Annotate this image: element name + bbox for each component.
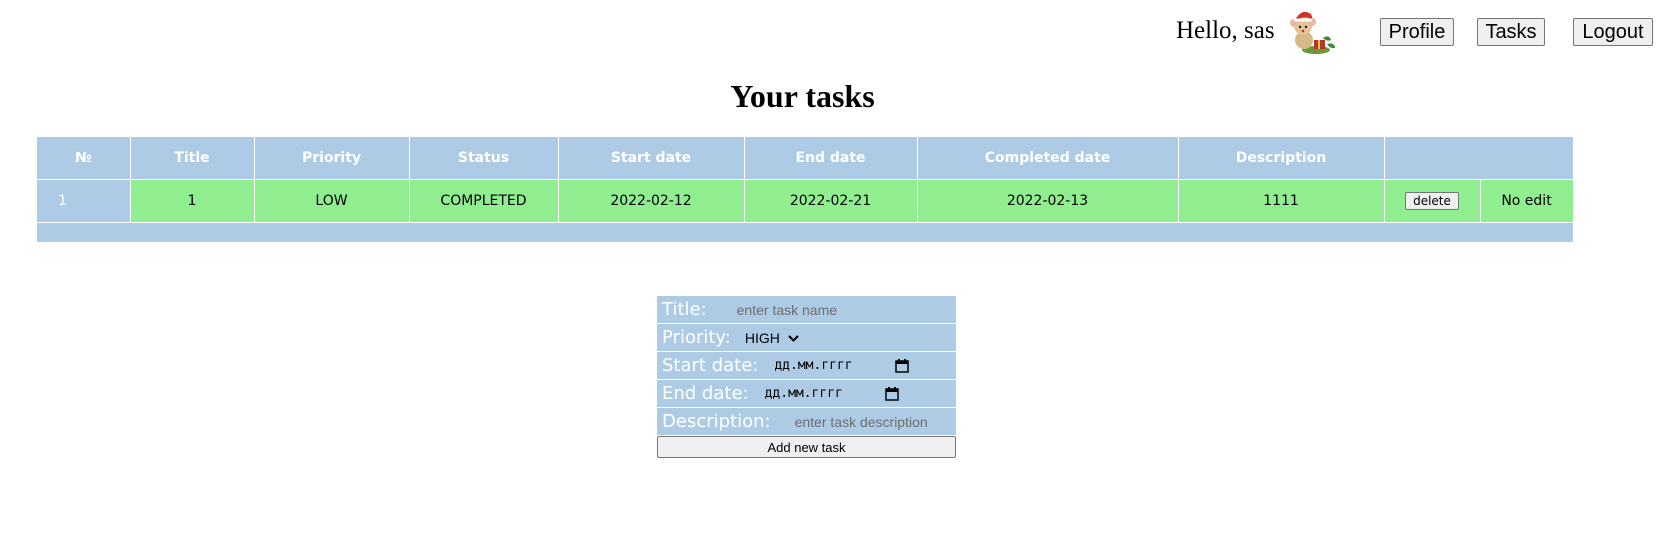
priority-label: Priority: <box>662 327 731 348</box>
page-title: Your tasks <box>730 78 875 114</box>
task-priority: LOW <box>254 179 410 223</box>
task-description: 1111 <box>1178 179 1385 223</box>
table-header-row: № Title Priority Status Start date End d… <box>37 137 1573 180</box>
priority-select[interactable]: HIGH <box>745 330 799 346</box>
start-date-label: Start date: <box>662 355 759 376</box>
task-number: 1 <box>37 179 131 223</box>
start-date-row: Start date: дд.мм.гггг <box>657 352 956 380</box>
priority-selected-value: HIGH <box>744 329 780 346</box>
title-label: Title: <box>662 299 707 320</box>
tasks-button[interactable]: Tasks <box>1477 18 1545 46</box>
column-header-actions <box>1384 137 1573 180</box>
column-header-title: Title <box>130 137 255 180</box>
greeting-text: Hello, sas <box>1176 17 1275 44</box>
table-footer <box>37 222 1573 242</box>
calendar-icon[interactable] <box>885 386 899 401</box>
task-edit-status: No edit <box>1480 179 1574 223</box>
calendar-icon[interactable] <box>894 358 909 373</box>
column-header-priority: Priority <box>254 137 410 180</box>
chevron-down-icon <box>788 331 799 345</box>
task-start-date: 2022-02-12 <box>558 179 745 223</box>
column-header-number: № <box>37 137 131 180</box>
end-date-label: End date: <box>662 383 749 404</box>
start-date-placeholder: дд.мм.гггг <box>774 358 853 373</box>
delete-task-button[interactable]: delete <box>1405 192 1459 210</box>
description-label: Description: <box>662 411 771 432</box>
task-completed-date: 2022-02-13 <box>917 179 1179 223</box>
column-header-completed-date: Completed date <box>917 137 1179 180</box>
column-header-start-date: Start date <box>558 137 745 180</box>
task-end-date: 2022-02-21 <box>744 179 918 223</box>
end-date-row: End date: дд.мм.гггг <box>657 380 956 408</box>
title-row: Title: <box>657 296 956 324</box>
column-header-end-date: End date <box>744 137 918 180</box>
santa-mouse-icon <box>1283 4 1339 60</box>
task-title: 1 <box>130 179 255 223</box>
end-date-input[interactable]: дд.мм.гггг <box>765 386 899 401</box>
task-status: COMPLETED <box>409 179 559 223</box>
end-date-placeholder: дд.мм.гггг <box>764 386 843 401</box>
task-description-input[interactable] <box>794 413 956 430</box>
logout-button[interactable]: Logout <box>1573 18 1653 46</box>
page: Hello, sas Profile Tasks Logout Your tas… <box>0 0 1666 558</box>
description-row: Description: <box>657 408 956 436</box>
start-date-input[interactable]: дд.мм.гггг <box>774 358 909 373</box>
add-task-button[interactable]: Add new task <box>657 436 956 458</box>
table-footer-row <box>37 222 1573 242</box>
profile-button[interactable]: Profile <box>1380 18 1454 46</box>
task-name-input[interactable] <box>736 301 956 318</box>
table-row: 1 1 LOW COMPLETED 2022-02-12 2022-02-21 … <box>37 179 1574 223</box>
new-task-form: Title: Priority: HIGH Start date: дд.мм.… <box>657 296 956 458</box>
task-delete-cell: delete <box>1384 179 1481 223</box>
column-header-status: Status <box>409 137 559 180</box>
priority-row: Priority: HIGH <box>657 324 956 352</box>
tasks-table: № Title Priority Status Start date End d… <box>37 137 1574 242</box>
column-header-description: Description <box>1178 137 1385 180</box>
